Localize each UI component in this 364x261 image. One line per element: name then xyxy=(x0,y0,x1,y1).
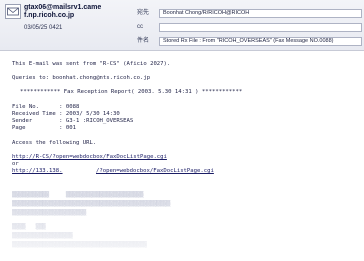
sender-address-line1: gtax06@mailsrv1.came xyxy=(24,4,102,11)
queries-line: Queries to: boonhat.chong@nts.ricoh.co.j… xyxy=(12,75,151,81)
fax-doc-link-ip-path[interactable]: /?open=webdocbox/FaxDocListPage.cgi xyxy=(96,168,214,175)
faded-text-row: ▒▒▒▒▒▒▒▒▒▒▒▒▒▒▒▒▒▒▒▒▒▒▒▒▒▒▒▒▒▒▒▒▒▒▒▒▒▒▒▒… xyxy=(12,201,171,207)
page-count: Page : 001 xyxy=(12,125,76,131)
faded-text-row: ▒▒▒▒▒▒▒▒▒▒▒▒▒▒▒▒▒▒ xyxy=(12,233,73,239)
faded-text-row: ▒▒▒▒ ▒▒▒ xyxy=(12,224,46,230)
cc-label: cc xyxy=(137,24,143,30)
faded-text-row: ▒▒▒▒▒▒▒▒▒▒▒▒▒▒▒▒▒▒▒▒▒▒ xyxy=(12,210,87,216)
fax-doc-link-ip[interactable]: http://133.138. xyxy=(12,168,63,175)
sender-avatar xyxy=(5,4,21,19)
report-header: ************ Fax Reception Report( 2003.… xyxy=(20,89,243,95)
sender: Sender : G3-1 :RICOH_OVERSEAS xyxy=(12,118,134,124)
faded-text-row: ▒▒▒▒▒▒▒▒▒▒▒▒▒▒▒▒▒▒▒▒▒▒▒▒▒▒▒▒▒▒▒▒▒▒▒▒▒▒▒▒ xyxy=(12,242,147,248)
fax-doc-link-hostname[interactable]: http://R-CS/?open=webdocbox/FaxDocListPa… xyxy=(12,154,167,161)
faded-text-row: ▒▒▒▒▒▒▒▒▒▒▒ ▒▒▒▒▒▒▒▒▒▒▒▒▒▒▒▒▒▒▒▒▒▒▒ xyxy=(12,192,144,198)
cc-field[interactable] xyxy=(159,23,362,32)
subject-field[interactable]: Stored Rx File : From "RICOH_OVERSEAS" (… xyxy=(159,37,362,46)
sender-address-line2: f.np.ricoh.co.jp xyxy=(24,12,75,19)
received-time: Received Time : 2003/ 5/30 14:30 xyxy=(12,111,120,117)
message-header: gtax06@mailsrv1.came f.np.ricoh.co.jp 03… xyxy=(0,0,364,51)
or-text: or xyxy=(12,161,19,167)
file-number: File No. : 0088 xyxy=(12,104,80,110)
to-field[interactable]: Boonhat Chong/R/RICOH@RICOH xyxy=(159,9,362,18)
sent-date: 03/05/25 0421 xyxy=(24,25,63,31)
sent-from-line: This E-mail was sent from "R-CS" (Aficio… xyxy=(12,61,171,67)
envelope-icon xyxy=(7,7,19,16)
to-label: 宛先 xyxy=(137,10,150,16)
subject-label: 件名 xyxy=(137,38,150,44)
access-instruction: Access the following URL. xyxy=(12,140,97,146)
